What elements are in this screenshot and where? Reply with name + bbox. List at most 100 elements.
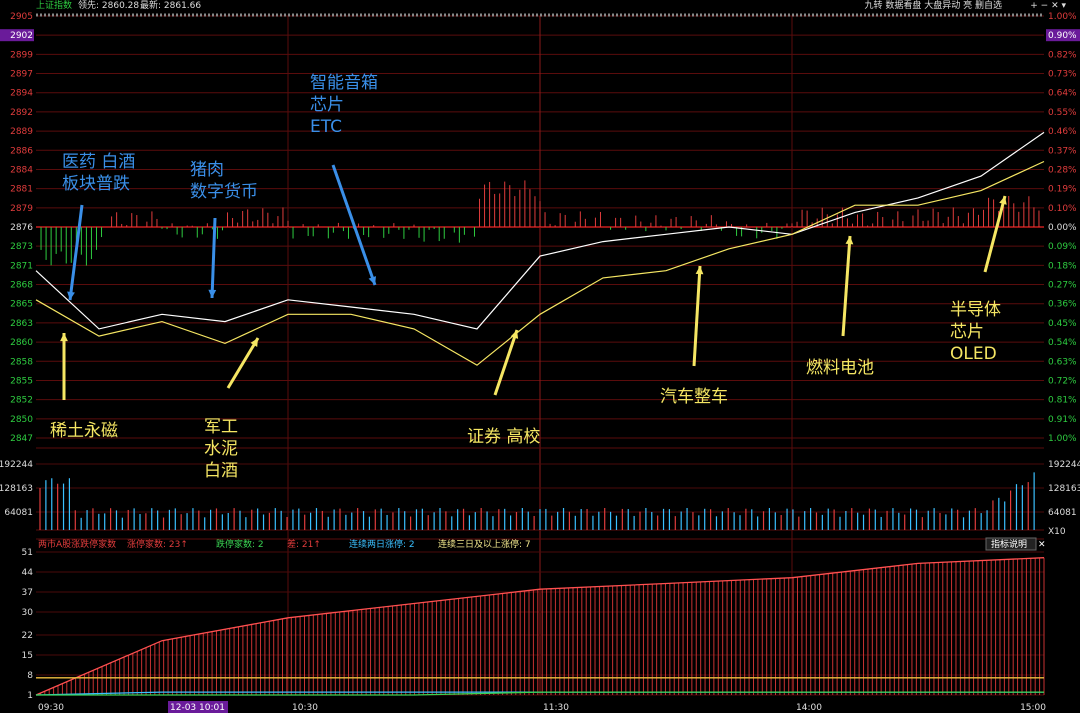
x-tick-label: 15:00 xyxy=(1020,703,1046,713)
price-tick-label: 2871 xyxy=(10,261,33,271)
annotation-3: 稀土永磁 xyxy=(50,333,118,441)
breadth-close-icon[interactable]: ✕ xyxy=(1038,540,1046,550)
annotation-text: 医药 白酒 xyxy=(62,152,135,172)
pct-tick-label: 0.64% xyxy=(1048,89,1077,99)
price-tick-label: 2855 xyxy=(10,376,33,386)
volume-tick-label-right: 192244 xyxy=(1048,460,1080,470)
volume-unit: X10 xyxy=(1048,527,1066,537)
pct-tick-label: 1.00% xyxy=(1048,12,1077,22)
pct-tick-label: 0.54% xyxy=(1048,338,1077,348)
price-highlight-label: 2902 xyxy=(10,31,33,41)
annotation-arrow-head xyxy=(845,236,854,245)
pct-tick-label: 0.82% xyxy=(1048,50,1077,60)
annotation-6: 汽车整车 xyxy=(660,265,728,407)
pct-tick-label: 0.00% xyxy=(1048,223,1077,233)
annotation-arrow-head xyxy=(695,266,704,275)
annotation-arrow-head xyxy=(368,276,376,285)
annotation-0: 医药 白酒板块普跌 xyxy=(62,152,135,301)
annotation-4: 军工水泥白酒 xyxy=(204,337,260,481)
annotation-text: 板块普跌 xyxy=(62,174,130,194)
breadth-legend-4: 连续两日涨停: 2 xyxy=(349,538,415,550)
price-tick-label: 2881 xyxy=(10,185,33,195)
x-tick-label: 10:30 xyxy=(292,703,318,713)
volume-tick-label: 192244 xyxy=(0,460,33,470)
x-tick-label: 12-03 10:01 xyxy=(170,703,225,713)
indicator-help-label[interactable]: 指标说明 xyxy=(991,538,1027,550)
pct-tick-label: 0.27% xyxy=(1048,281,1077,291)
pct-tick-label: 0.73% xyxy=(1048,70,1077,80)
price-tick-label: 2899 xyxy=(10,50,33,60)
annotation-arrow-shaft xyxy=(210,217,217,299)
pct-tick-label: 0.18% xyxy=(1048,261,1077,271)
price-tick-label: 2876 xyxy=(10,223,33,233)
annotation-arrow-head xyxy=(208,289,217,298)
price-tick-label: 2852 xyxy=(10,396,33,406)
annotation-text: 半导体 xyxy=(950,300,1001,320)
price-tick-label: 2884 xyxy=(10,165,33,175)
pct-tick-label: 0.46% xyxy=(1048,127,1077,137)
annotation-text: OLED xyxy=(950,344,997,364)
pct-tick-label: 0.09% xyxy=(1048,242,1077,252)
volume-tick-label: 128163 xyxy=(0,484,33,494)
annotation-text: 证券 高校 xyxy=(467,427,540,447)
pct-highlight-label: 0.90% xyxy=(1048,31,1077,41)
breadth-legend-0: 两市A股涨跌停家数 xyxy=(38,538,116,550)
pct-tick-label: 0.91% xyxy=(1048,415,1077,425)
annotation-text: 水泥 xyxy=(204,439,238,459)
price-tick-label: 2897 xyxy=(10,70,33,80)
intraday-chart: 2905 1.00% 2902 0.90% 2899 0.82% 2897 0.73% 2894… xyxy=(0,12,1080,713)
annotation-text: 白酒 xyxy=(204,461,238,481)
breadth-legend-5: 连续三日及以上涨停: 7 xyxy=(438,538,531,550)
breadth-legend-1: 涨停家数: 23↑ xyxy=(127,538,188,550)
price-tick-label: 2860 xyxy=(10,338,33,348)
pct-tick-label: 0.19% xyxy=(1048,185,1077,195)
volume-tick-label-right: 128163 xyxy=(1048,484,1080,494)
annotation-arrow-shaft xyxy=(331,164,377,286)
price-tick-label: 2850 xyxy=(10,415,33,425)
volume-tick-label-right: 64081 xyxy=(1048,508,1077,518)
pct-tick-label: 0.10% xyxy=(1048,204,1077,214)
annotation-text: 智能音箱 xyxy=(310,73,378,93)
pct-tick-label: 0.63% xyxy=(1048,357,1077,367)
annotation-1: 猪肉数字货币 xyxy=(190,160,258,299)
price-tick-label: 2879 xyxy=(10,204,33,214)
annotation-text: ETC xyxy=(310,117,342,137)
annotation-arrow-head xyxy=(60,333,68,342)
annotation-text: 军工 xyxy=(204,417,238,437)
price-tick-label: 2886 xyxy=(10,146,33,156)
pct-tick-label: 1.00% xyxy=(1048,434,1077,444)
pct-tick-label: 0.72% xyxy=(1048,376,1077,386)
price-tick-label: 2905 xyxy=(10,12,33,22)
annotation-text: 燃料电池 xyxy=(806,358,874,378)
annotation-arrow-shaft xyxy=(692,265,702,367)
price-tick-label: 2868 xyxy=(10,281,33,291)
annotation-arrow-shaft xyxy=(493,329,519,396)
breadth-tick-label: 30 xyxy=(22,608,34,618)
price-tick-label: 2865 xyxy=(10,300,33,310)
pct-tick-label: 0.28% xyxy=(1048,165,1077,175)
breadth-legend-3: 差: 21↑ xyxy=(287,538,321,550)
pct-tick-label: 0.37% xyxy=(1048,146,1077,156)
breadth-tick-label: 15 xyxy=(22,651,33,661)
breadth-legend-2: 跌停家数: 2 xyxy=(216,538,264,550)
pct-tick-label: 0.45% xyxy=(1048,319,1077,329)
pct-tick-label: 0.36% xyxy=(1048,300,1077,310)
breadth-tick-label: 22 xyxy=(22,631,33,641)
annotation-arrow-shaft xyxy=(68,204,84,301)
x-tick-label: 11:30 xyxy=(543,703,569,713)
breadth-tick-label: 1 xyxy=(27,691,33,701)
pct-tick-label: 0.55% xyxy=(1048,108,1077,118)
price-tick-label: 2858 xyxy=(10,357,33,367)
annotation-5: 证券 高校 xyxy=(467,329,540,447)
breadth-tick-label: 37 xyxy=(22,588,33,598)
breadth-tick-label: 8 xyxy=(27,671,33,681)
price-tick-label: 2847 xyxy=(10,434,33,444)
breadth-tick-label: 44 xyxy=(22,568,34,578)
annotation-text: 芯片 xyxy=(310,95,344,115)
price-tick-label: 2863 xyxy=(10,319,33,329)
annotation-text: 猪肉 xyxy=(190,160,224,180)
breadth-tick-label: 51 xyxy=(22,548,33,558)
annotation-7: 燃料电池 xyxy=(806,235,874,378)
annotation-text: 稀土永磁 xyxy=(50,421,118,441)
pct-tick-label: 0.81% xyxy=(1048,396,1077,406)
